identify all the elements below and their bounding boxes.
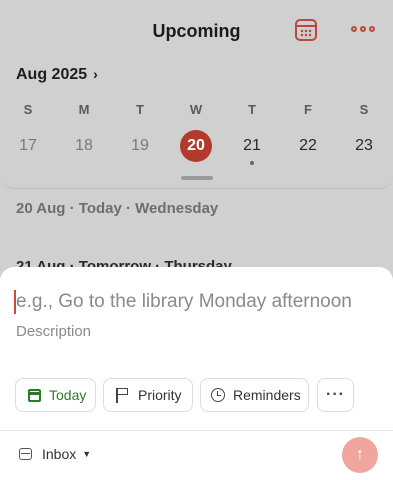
reminders-chip[interactable]: Reminders (200, 378, 309, 412)
priority-chip-label: Priority (138, 387, 182, 403)
task-indicator-dot (250, 161, 254, 165)
inbox-icon (19, 448, 32, 460)
date-cell[interactable]: 23 (348, 130, 380, 162)
calendar-panel: Upcoming Aug 2025 › S M T W T F S 17 18 1… (0, 0, 393, 189)
section-header-today: 20 Aug · Today · Wednesday (16, 200, 219, 217)
quick-add-sheet: Today Priority Reminders ··· Inbox ▼ ↑ (0, 267, 393, 480)
description-input[interactable] (16, 323, 376, 340)
more-horizontal-icon[interactable] (351, 25, 375, 35)
date-cell[interactable]: 17 (12, 130, 44, 162)
weekday-label: M (78, 102, 90, 117)
more-horizontal-icon: ··· (326, 386, 345, 403)
calendar-today-icon (28, 388, 41, 402)
weekday-row: S M T W T F S (0, 102, 393, 118)
more-options-chip[interactable]: ··· (317, 378, 354, 412)
weekday-label: W (189, 102, 203, 117)
task-name-field (14, 287, 386, 317)
date-cell[interactable]: 19 (124, 130, 156, 162)
weekday-label: S (359, 102, 369, 117)
calendar-grid-icon[interactable] (295, 19, 317, 41)
caret-down-icon: ▼ (82, 449, 92, 459)
description-field (16, 323, 376, 345)
chevron-right-icon: › (93, 66, 98, 82)
reminders-chip-label: Reminders (233, 387, 301, 403)
date-cell[interactable]: 22 (292, 130, 324, 162)
arrow-up-icon: ↑ (356, 446, 364, 463)
priority-chip[interactable]: Priority (103, 378, 193, 412)
project-label: Inbox (42, 446, 77, 462)
date-cell[interactable]: 18 (68, 130, 100, 162)
date-cell-selected[interactable]: 20 (180, 130, 212, 162)
project-selector[interactable]: Inbox ▼ (19, 446, 91, 462)
month-selector[interactable]: Aug 2025 › (16, 66, 98, 84)
drag-handle[interactable] (181, 176, 213, 180)
page-title: Upcoming (152, 21, 241, 41)
month-label: Aug 2025 (16, 66, 88, 83)
date-row: 17 18 19 20 21 22 23 (0, 130, 393, 162)
flag-icon (116, 387, 130, 403)
task-name-input[interactable] (16, 287, 386, 317)
weekday-label: S (23, 102, 33, 117)
weekday-label: T (136, 102, 144, 117)
alarm-clock-icon (211, 388, 225, 402)
weekday-label: T (248, 102, 256, 117)
today-chip[interactable]: Today (15, 378, 96, 412)
weekday-label: F (304, 102, 312, 117)
send-button[interactable]: ↑ (342, 437, 378, 473)
divider (0, 430, 393, 431)
date-cell[interactable]: 21 (236, 130, 268, 162)
today-chip-label: Today (49, 387, 87, 403)
header: Upcoming (0, 0, 393, 62)
